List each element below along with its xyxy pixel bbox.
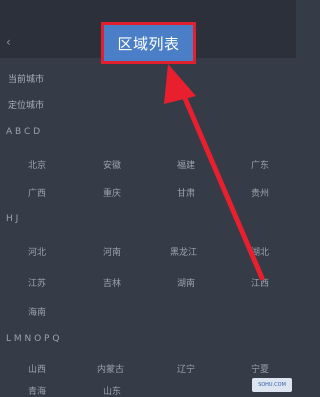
- location-city-label[interactable]: 定位城市: [8, 98, 44, 111]
- watermark-logo: SOHU.COM: [252, 378, 292, 392]
- city-chip[interactable]: 山东: [103, 384, 121, 397]
- section-header-abcd: A B C D: [6, 127, 41, 137]
- city-chip[interactable]: 河南: [103, 245, 121, 258]
- current-city-label[interactable]: 当前城市: [8, 72, 44, 85]
- city-chip[interactable]: 山西: [28, 362, 46, 375]
- region-list-title: 区域列表: [101, 22, 196, 64]
- city-chip[interactable]: 辽宁: [177, 362, 195, 375]
- city-chip[interactable]: 湖北: [251, 245, 269, 258]
- city-chip[interactable]: 广东: [251, 158, 269, 171]
- city-chip[interactable]: 海南: [28, 305, 46, 318]
- city-chip[interactable]: 广西: [28, 186, 46, 199]
- city-chip[interactable]: 湖南: [177, 276, 195, 289]
- city-chip[interactable]: 甘肃: [177, 186, 195, 199]
- city-chip[interactable]: 福建: [177, 158, 195, 171]
- watermark-text: SOHU.COM: [258, 382, 286, 388]
- city-chip[interactable]: 青海: [28, 384, 46, 397]
- city-chip[interactable]: 江西: [251, 276, 269, 289]
- back-arrow-icon[interactable]: ‹: [6, 35, 11, 49]
- city-chip[interactable]: 宁夏: [251, 362, 269, 375]
- city-chip[interactable]: 内蒙古: [97, 362, 124, 375]
- city-chip[interactable]: 北京: [28, 158, 46, 171]
- city-chip[interactable]: 河北: [28, 245, 46, 258]
- city-chip[interactable]: 安徽: [103, 158, 121, 171]
- city-chip[interactable]: 重庆: [103, 186, 121, 199]
- city-chip[interactable]: 贵州: [251, 186, 269, 199]
- city-chip[interactable]: 吉林: [103, 276, 121, 289]
- section-header-lmnopq: L M N O P Q: [6, 334, 60, 344]
- city-chip[interactable]: 江苏: [28, 276, 46, 289]
- page-title: 区域列表: [117, 34, 180, 53]
- section-header-hj: H J: [6, 214, 19, 224]
- city-chip[interactable]: 黑龙江: [170, 245, 197, 258]
